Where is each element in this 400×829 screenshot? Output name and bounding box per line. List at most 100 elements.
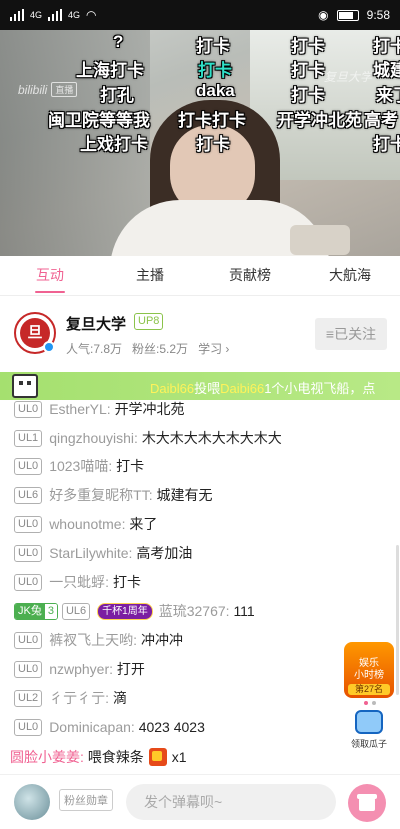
comment-text: 滴 (112, 690, 127, 706)
banner-text: Daibl66投喂Daibi661个小电视飞船，点 (150, 381, 376, 396)
danmaku-comment: 打卡 (373, 135, 400, 154)
fans-medal-button[interactable]: 粉丝勋章 (59, 789, 113, 811)
tab-guard[interactable]: 大航海 (300, 256, 400, 295)
comment-list[interactable]: UL0 EstherYL: 开学冲北苑 UL1 qingzhouyishi: 木… (0, 400, 400, 774)
category-link[interactable]: 学习 › (198, 340, 229, 357)
username[interactable]: 蓝琉32767: (159, 601, 230, 621)
danmaku-comment: 打卡 (196, 135, 230, 154)
user-level-badge: UL0 (14, 718, 43, 736)
signal-indicators: 4G 4G ◠ (10, 8, 97, 22)
username[interactable]: 1023喵喵: (49, 456, 112, 476)
comment-text: 4023 4023 (138, 719, 205, 735)
username[interactable]: 圆脸小姜姜: (10, 747, 84, 767)
user-level-badge: UL6 (61, 602, 91, 620)
user-level-badge: UL2 (14, 689, 43, 707)
status-bar: 4G 4G ◠ ◉ 9:58 (0, 0, 400, 30)
scrollbar[interactable] (396, 545, 399, 695)
danmaku-comment: 打卡打卡 (178, 111, 246, 130)
tv-mascot-icon (12, 374, 38, 398)
username[interactable]: 好多重复昵称TT: (49, 485, 152, 505)
username[interactable]: 一只蚍蜉: (49, 572, 109, 592)
username[interactable]: 彳亍彳亍: (49, 688, 109, 708)
signal-icon (10, 9, 24, 21)
list-item: UL0 EstherYL: 开学冲北苑 (14, 400, 185, 422)
hourly-rank-widget[interactable]: 娱乐 小时榜 第27名 (344, 642, 394, 698)
claim-melon-seeds-button[interactable]: 领取瓜子 (346, 710, 392, 754)
danmaku-comment: 高考 (364, 111, 398, 130)
live-video-player[interactable]: bilibili 直播 复旦大学 ? 打卡 打卡 打卡 上海打卡 打卡 打卡 城… (0, 30, 400, 256)
fan-medal[interactable]: JK兔 3 (14, 602, 58, 620)
follow-button[interactable]: ≡已关注 (315, 318, 387, 350)
username[interactable]: EstherYL: (49, 401, 110, 417)
gift-count: x1 (171, 749, 187, 765)
tab-streamer[interactable]: 主播 (100, 256, 200, 295)
user-level-badge: UL0 (14, 631, 43, 649)
list-item: UL0 一只蚍蜉: 打卡 (14, 569, 141, 595)
user-level-badge: UL6 (14, 486, 43, 504)
list-item: UL0 1023喵喵: 打卡 (14, 453, 144, 479)
danmaku-comment: 上戏打卡 (80, 135, 148, 154)
danmaku-comment: 打孔 (100, 86, 134, 105)
user-level-badge: UL0 (14, 573, 43, 591)
carousel-dots (364, 701, 376, 705)
tab-interaction[interactable]: 互动 (0, 256, 100, 295)
comment-text: 冲冲冲 (140, 632, 183, 648)
user-level-badge: UL0 (14, 515, 43, 533)
danmaku-comment: 打卡 (196, 37, 230, 56)
username[interactable]: Dominicapan: (49, 719, 135, 735)
watermark: 复旦大学 (323, 70, 372, 84)
bottom-input-bar: 粉丝勋章 发个弹幕呗~ (0, 774, 400, 829)
comment-text: 打卡 (112, 574, 141, 590)
clock: 9:58 (366, 8, 390, 22)
bilibili-logo: bilibili 直播 (18, 82, 78, 97)
title-badge: 千杯1周年 (97, 602, 153, 620)
username[interactable]: 裤衩飞上天哟: (49, 630, 137, 650)
list-item: UL0 StarLilywhite: 高考加油 (14, 540, 192, 566)
list-item: UL0 裤衩飞上天哟: 冲冲冲 (14, 627, 183, 653)
room-tabs: 互动 主播 贡献榜 大航海 (0, 256, 400, 296)
username[interactable]: nzwphyer: (49, 661, 113, 677)
network-type: 4G (68, 10, 81, 20)
username[interactable]: StarLilywhite: (49, 545, 132, 561)
popularity-count: 人气:7.8万 (66, 342, 123, 356)
comment-text: 打卡 (116, 458, 145, 474)
comment-text: 城建有无 (156, 487, 213, 503)
user-level-badge: UL0 (14, 400, 43, 418)
latiao-gift-icon (148, 748, 167, 766)
danmaku-comment: 打卡 (291, 37, 325, 56)
user-level-badge: UL0 (14, 660, 43, 678)
streamer-stats: 人气:7.8万 粉丝:5.2万 学习 › (66, 340, 229, 357)
verified-icon (43, 341, 55, 353)
user-level-badge: UL0 (14, 457, 43, 475)
tab-contribution[interactable]: 贡献榜 (200, 256, 300, 295)
gift-box-icon (355, 710, 383, 734)
username[interactable]: whounotme: (49, 516, 125, 532)
signal-icon (48, 9, 63, 21)
list-item: JK兔 3 UL6 千杯1周年 蓝琉32767: 111 (14, 598, 255, 624)
user-avatar[interactable] (14, 784, 50, 820)
comment-text: 111 (233, 603, 255, 619)
danmaku-comment: 城建 (373, 61, 400, 80)
list-item: UL0 nzwphyer: 打开 (14, 656, 145, 682)
danmaku-comment: 开学冲北苑 (277, 111, 362, 130)
eye-icon: ◉ (318, 8, 329, 22)
danmaku-comment: 闽卫院等等我 (48, 111, 150, 130)
gift-text: 喂食辣条 (87, 749, 144, 765)
danmaku-input[interactable]: 发个弹幕呗~ (126, 784, 336, 820)
danmaku-comment: 来了 (376, 86, 400, 105)
list-item: UL0 Dominicapan: 4023 4023 (14, 714, 205, 740)
up-level-badge: UP8 (134, 313, 164, 330)
danmaku-comment: ? (113, 32, 124, 51)
comment-text: 开学冲北苑 (114, 401, 185, 417)
streamer-name[interactable]: 复旦大学 (66, 313, 126, 334)
comment-text: 木大木大木大木大木大 (141, 430, 282, 446)
username[interactable]: qingzhouyishi: (49, 430, 138, 446)
comment-text: 高考加油 (136, 545, 193, 561)
user-level-badge: UL1 (14, 429, 43, 447)
gift-button[interactable] (348, 784, 386, 822)
list-item: UL0 whounotme: 来了 (14, 511, 157, 537)
danmaku-comment: 打卡 (373, 37, 400, 56)
streamer-info: 旦 复旦大学 UP8 人气:7.8万 粉丝:5.2万 学习 › ≡已关注 (0, 296, 400, 370)
gift-broadcast-banner[interactable]: Daibl66投喂Daibi661个小电视飞船，点 (0, 372, 400, 400)
danmaku-comment: 打卡 (291, 86, 325, 105)
